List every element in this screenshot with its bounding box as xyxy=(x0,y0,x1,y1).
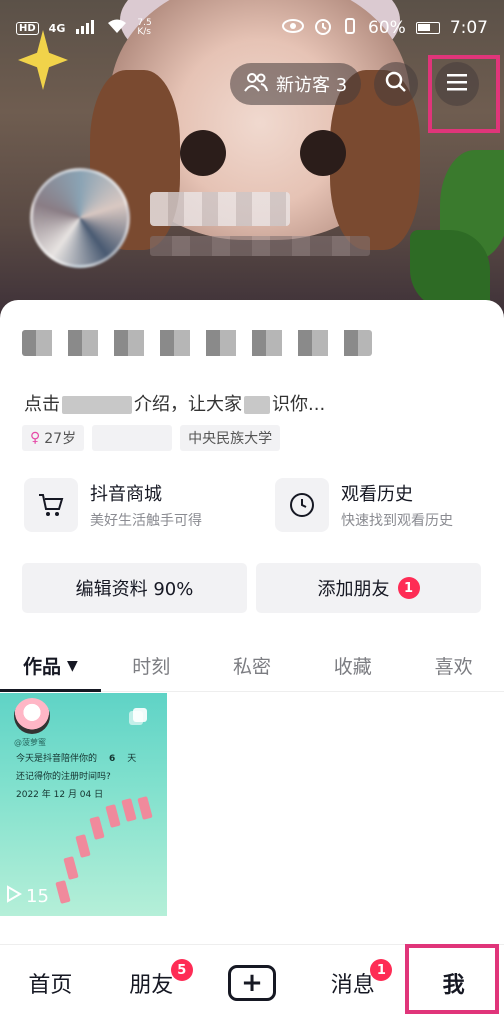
tab-likes[interactable]: 喜欢 xyxy=(403,640,504,691)
network-indicator: 4G xyxy=(48,21,66,35)
video-line-1: 今天是抖音陪伴你的 6 天 xyxy=(16,751,136,764)
search-icon xyxy=(385,71,407,97)
visitors-label: 新访客 3 xyxy=(276,75,348,96)
vibrate-icon xyxy=(342,17,358,40)
video-days-number: 6 xyxy=(109,754,116,764)
signal-icon xyxy=(75,18,97,39)
bio-text[interactable]: 点击 介绍，让大家 识你... xyxy=(24,390,325,416)
create-label: + xyxy=(241,967,263,998)
plus-icon: + xyxy=(227,964,276,1001)
edit-profile-label: 编辑资料 90% xyxy=(75,579,194,600)
play-count-value: 15 xyxy=(26,886,49,907)
domino-shape xyxy=(105,804,121,828)
banner-eye-left xyxy=(180,130,226,176)
watch-history-link[interactable]: 观看历史 快速找到观看历史 xyxy=(275,478,453,532)
video-author: @菠萝蜜 xyxy=(14,738,46,747)
nav-home[interactable]: 首页 xyxy=(0,945,101,1020)
profile-stats-blurred xyxy=(22,330,372,356)
tab-private-label: 私密 xyxy=(232,656,271,678)
tab-favorites-label: 收藏 xyxy=(333,656,372,678)
domino-shape xyxy=(137,796,153,820)
play-icon xyxy=(6,885,22,908)
wifi-icon xyxy=(107,18,127,39)
clock-time: 7:07 xyxy=(449,18,488,38)
status-bar: HD 4G 7.5 K/s 60% 7:07 xyxy=(0,0,504,56)
mall-title: 抖音商城 xyxy=(90,484,162,505)
school-tag-label: 中央民族大学 xyxy=(188,431,273,447)
video-line-1-prefix: 今天是抖音陪伴你的 xyxy=(16,754,98,764)
clock-icon xyxy=(275,478,329,532)
nav-messages-label: 消息 xyxy=(330,972,375,998)
add-friends-button[interactable]: 添加朋友 1 xyxy=(256,563,481,613)
nav-friends[interactable]: 朋友 5 xyxy=(101,945,202,1020)
nav-create[interactable]: + xyxy=(202,945,303,1020)
tab-works-label: 作品 xyxy=(23,656,62,678)
avatar[interactable] xyxy=(30,168,130,268)
menu-highlight-box xyxy=(428,55,500,133)
domino-shape xyxy=(121,798,137,822)
video-line-1-suffix: 天 xyxy=(127,754,137,764)
tab-likes-label: 喜欢 xyxy=(434,656,473,678)
banner-eye-right xyxy=(300,130,346,176)
user-id-blurred xyxy=(150,236,370,256)
tab-moments-label: 时刻 xyxy=(132,656,171,678)
bio-blur xyxy=(62,396,132,414)
search-button[interactable] xyxy=(374,62,418,106)
profile-tabs: 作品 ▼ 时刻 私密 收藏 喜欢 xyxy=(0,640,504,692)
bio-prefix: 点击 xyxy=(24,394,60,415)
nav-messages[interactable]: 消息 1 xyxy=(302,945,403,1020)
hd-indicator: HD xyxy=(16,21,39,35)
mall-subtitle: 美好生活触手可得 xyxy=(90,513,202,529)
bio-middle: 介绍，让大家 xyxy=(134,394,242,415)
multi-image-icon xyxy=(128,707,148,731)
video-author-avatar xyxy=(14,698,50,734)
tab-moments[interactable]: 时刻 xyxy=(101,640,202,691)
location-tag xyxy=(92,425,173,451)
battery-percent: 60% xyxy=(368,18,406,38)
friends-badge: 5 xyxy=(170,959,193,981)
bio-blur xyxy=(244,396,270,414)
caret-down-icon: ▼ xyxy=(67,657,78,674)
battery-icon xyxy=(415,22,440,34)
banner-leaf xyxy=(410,230,490,310)
me-highlight-box xyxy=(405,944,499,1014)
domino-shape xyxy=(55,880,71,904)
video-line-2: 还记得你的注册时间吗? xyxy=(16,772,111,782)
video-thumbnail[interactable]: @菠萝蜜 今天是抖音陪伴你的 6 天 还记得你的注册时间吗? 2022 年 12 月… xyxy=(0,693,167,916)
nickname-blurred xyxy=(150,192,290,226)
domino-shape xyxy=(89,816,105,840)
profile-tags: ♀ 27岁 中央民族大学 xyxy=(22,425,281,451)
visitors-icon xyxy=(244,72,268,97)
age-tag: ♀ 27岁 xyxy=(22,425,85,451)
douyin-mall-link[interactable]: 抖音商城 美好生活触手可得 xyxy=(24,478,202,532)
tab-private[interactable]: 私密 xyxy=(202,640,303,691)
history-subtitle: 快速找到观看历史 xyxy=(341,513,453,529)
nav-home-label: 首页 xyxy=(28,972,73,998)
play-count: 15 xyxy=(6,885,49,908)
cart-icon xyxy=(24,478,78,532)
school-tag: 中央民族大学 xyxy=(180,425,281,451)
add-friends-label: 添加朋友 xyxy=(317,579,390,600)
alarm-icon xyxy=(314,17,332,40)
history-title: 观看历史 xyxy=(341,484,413,505)
tab-works[interactable]: 作品 ▼ xyxy=(0,640,101,692)
eye-icon xyxy=(282,18,305,38)
video-line-3: 2022 年 12 月 04 日 xyxy=(16,790,104,800)
net-speed-unit: K/s xyxy=(137,27,151,37)
add-friends-badge: 1 xyxy=(397,577,420,599)
nav-friends-label: 朋友 xyxy=(129,972,174,998)
tab-favorites[interactable]: 收藏 xyxy=(302,640,403,691)
bio-suffix: 识你... xyxy=(272,394,326,415)
messages-badge: 1 xyxy=(370,959,393,981)
new-visitors-button[interactable]: 新访客 3 xyxy=(230,63,362,105)
edit-profile-button[interactable]: 编辑资料 90% xyxy=(22,563,247,613)
domino-shape xyxy=(75,834,91,858)
domino-shape xyxy=(63,856,79,880)
age-tag-label: 27岁 xyxy=(44,431,77,447)
female-icon: ♀ xyxy=(30,430,41,446)
